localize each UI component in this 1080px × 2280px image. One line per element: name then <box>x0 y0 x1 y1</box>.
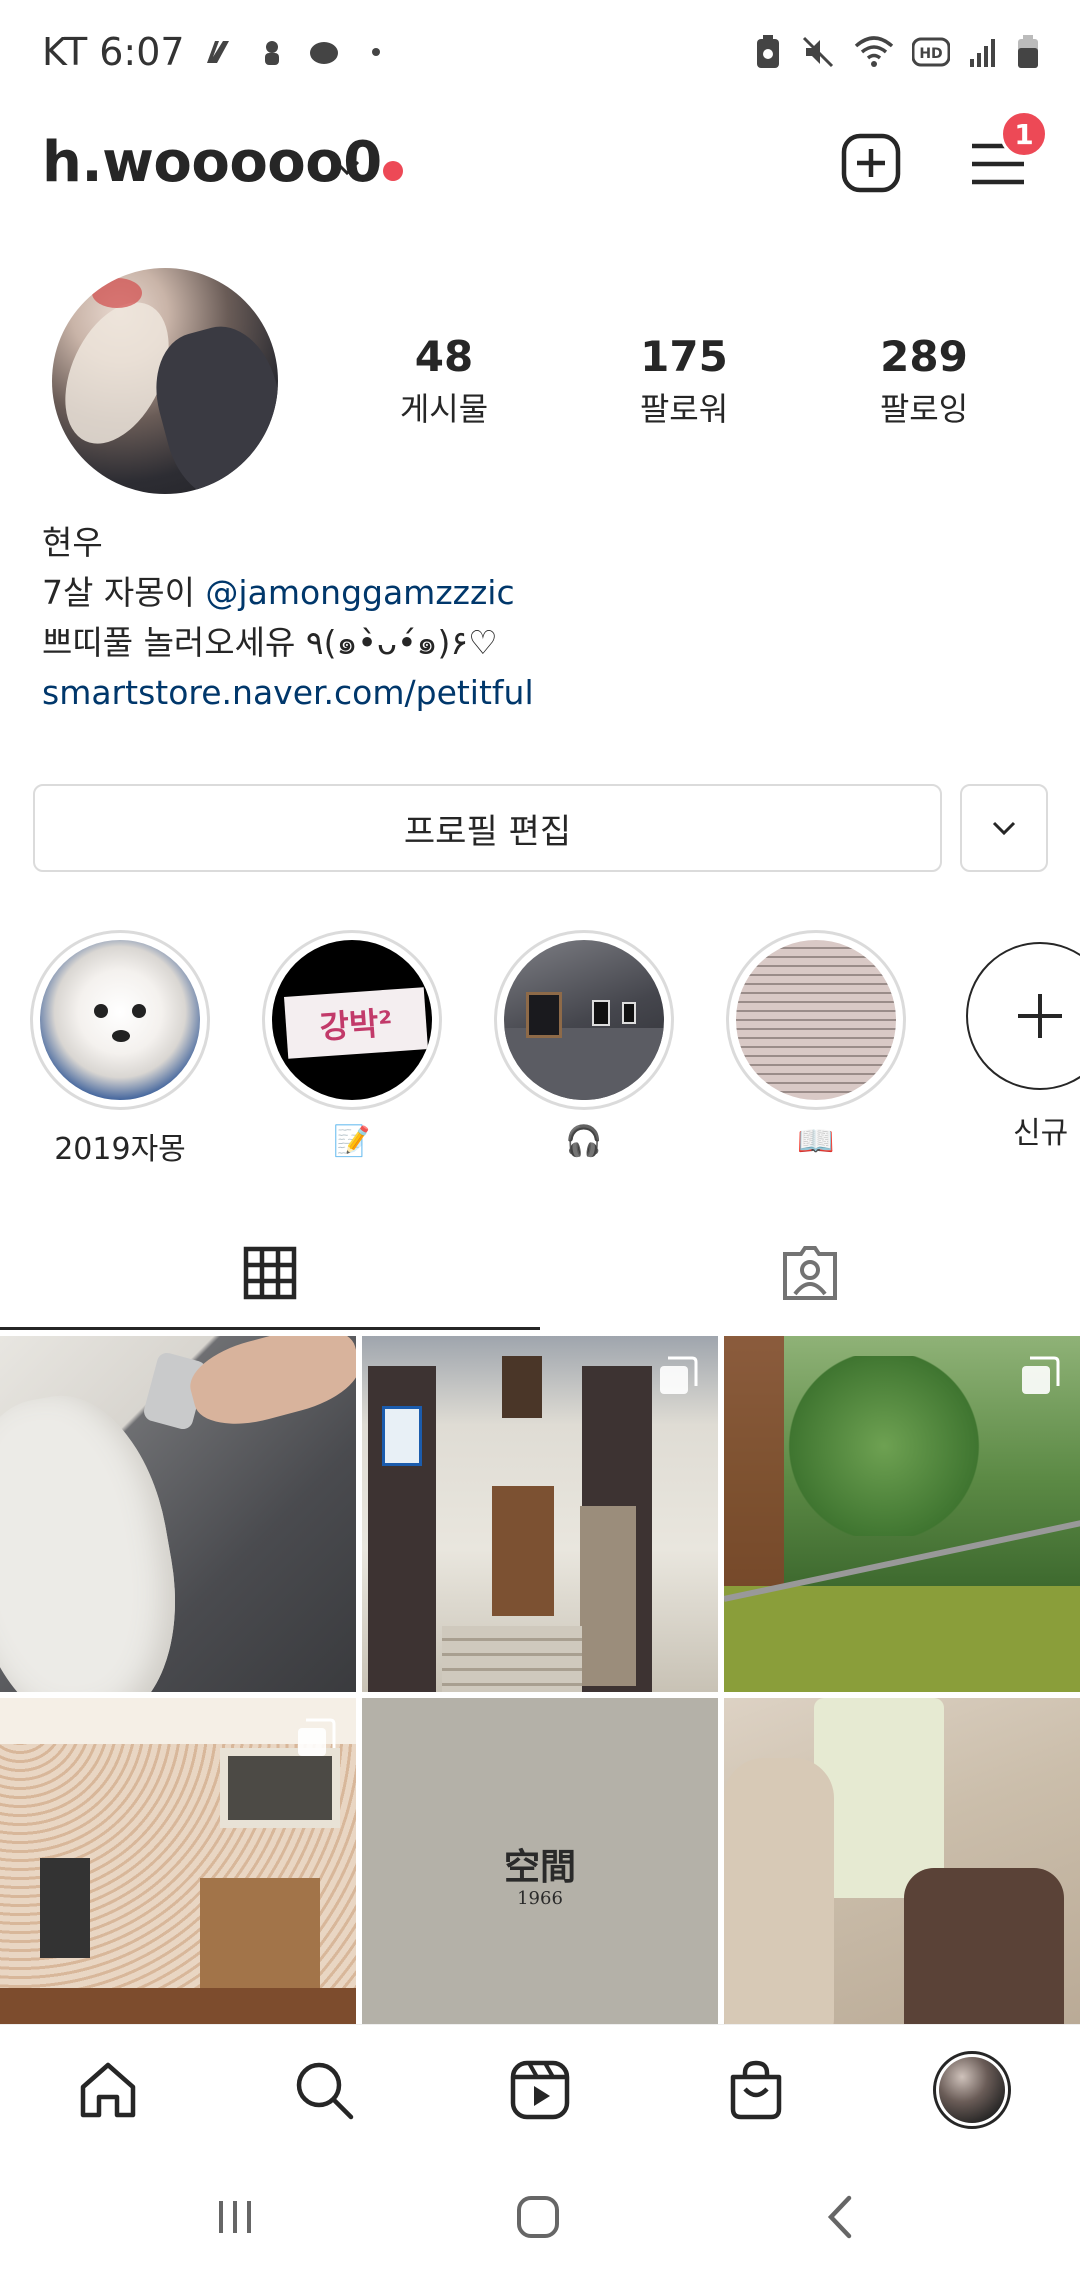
post-thumbnail-text: 空間 <box>503 1846 576 1888</box>
nav-home[interactable] <box>0 2025 216 2155</box>
home-square-icon <box>517 2196 559 2238</box>
new-highlight-button[interactable]: 신규 <box>948 930 1080 1151</box>
bio-website-link[interactable]: smartstore.naver.com/petitful <box>42 668 534 718</box>
unseen-activity-dot <box>383 161 403 181</box>
svg-text:HD: HD <box>919 46 942 62</box>
nav-search[interactable] <box>216 2025 432 2155</box>
chevron-down-icon[interactable] <box>332 158 362 178</box>
back-button[interactable] <box>790 2184 890 2250</box>
reels-icon <box>510 2060 570 2120</box>
recent-apps-button[interactable] <box>185 2184 285 2250</box>
suggested-accounts-button[interactable] <box>960 784 1048 872</box>
post-thumbnail[interactable]: 空間 1966 <box>362 1698 718 2054</box>
home-button[interactable] <box>488 2184 588 2250</box>
app-notification-icon <box>309 42 338 64</box>
recent-apps-icon <box>219 2201 251 2233</box>
highlight-cover: 강박² <box>272 940 432 1100</box>
bio-text: 7살 자몽이 <box>42 573 206 612</box>
battery-icon <box>1018 35 1038 68</box>
shopping-bag-icon <box>730 2060 782 2120</box>
highlight-cover <box>504 940 664 1100</box>
multiple-photos-icon <box>660 1356 698 1394</box>
more-notifications-icon <box>371 48 380 56</box>
highlight-cover <box>736 940 896 1100</box>
posts-count-value: 48 <box>414 332 474 381</box>
profile-header: h.wooooo0 <box>0 120 1080 216</box>
signal-icon <box>970 39 995 67</box>
back-chevron-icon <box>827 2195 852 2239</box>
highlight-label: 📖 <box>797 1124 835 1159</box>
app-notification-icon <box>264 41 279 65</box>
profile-avatar[interactable] <box>52 268 278 494</box>
posts-count-label: 게시물 <box>399 390 489 428</box>
post-thumbnail[interactable] <box>362 1336 718 1692</box>
followers-count-label: 팔로워 <box>639 390 729 428</box>
highlight-label: 🎧 <box>565 1124 603 1159</box>
highlight-cover <box>40 940 200 1100</box>
highlight-label: 신규 <box>1013 1116 1069 1151</box>
followers-count-value: 175 <box>640 332 728 381</box>
multiple-photos-icon <box>1022 1356 1060 1394</box>
highlight-item[interactable]: 2019자몽 <box>30 930 210 1167</box>
system-navigation-bar <box>0 2154 1080 2280</box>
bio-line: 7살 자몽이 @jamonggamzzzic <box>42 568 534 618</box>
profile-bio: 현우 7살 자몽이 @jamonggamzzzic 쁘띠풀 놀러오세유 ٩(๑•… <box>42 518 534 718</box>
app-notification-icon <box>206 41 229 63</box>
bottom-nav <box>0 2024 1080 2154</box>
highlight-item[interactable]: 🎧 <box>494 930 674 1164</box>
following-count[interactable]: 289 팔로잉 <box>824 328 1024 432</box>
search-icon <box>296 2062 354 2120</box>
nav-shop[interactable] <box>648 2025 864 2155</box>
post-thumbnail[interactable] <box>0 1336 356 1692</box>
tab-tagged[interactable] <box>540 1215 1080 1330</box>
create-new-icon[interactable] <box>841 133 901 193</box>
followers-count[interactable]: 175 팔로워 <box>584 328 784 432</box>
status-bar: KT 6:07 HD <box>0 0 1080 110</box>
highlight-item[interactable]: 강박² 📝 <box>262 930 442 1164</box>
post-thumbnail[interactable] <box>724 1698 1080 2054</box>
nav-profile[interactable] <box>864 2025 1080 2155</box>
username-switcher[interactable]: h.wooooo0 <box>42 130 382 195</box>
highlight-label: 📝 <box>333 1124 371 1159</box>
post-thumbnail[interactable] <box>724 1336 1080 1692</box>
home-icon <box>80 2062 136 2118</box>
tab-posts-grid[interactable] <box>0 1215 540 1330</box>
multiple-photos-icon <box>298 1718 336 1756</box>
profile-avatar-icon <box>933 2051 1011 2129</box>
following-count-value: 289 <box>880 332 968 381</box>
edit-profile-button[interactable]: 프로필 편집 <box>33 784 942 872</box>
chevron-down-icon <box>992 821 1016 836</box>
post-thumbnail-text: 1966 <box>517 1888 563 1909</box>
carrier-time: KT 6:07 <box>42 30 185 74</box>
highlight-label: 2019자몽 <box>54 1132 186 1167</box>
posts-count[interactable]: 48 게시물 <box>344 328 544 432</box>
nav-reels[interactable] <box>432 2025 648 2155</box>
profile-tabs <box>0 1215 1080 1330</box>
battery-saver-icon <box>757 35 779 68</box>
menu-notification-badge: 1 <box>1000 110 1048 158</box>
post-thumbnail[interactable] <box>0 1698 356 2054</box>
bio-text: 쁘띠풀 놀러오세유 ٩(๑•̀ᴗ•́๑)۶♡ <box>42 623 498 662</box>
hd-voice-icon: HD <box>912 37 950 67</box>
following-count-label: 팔로잉 <box>879 390 969 428</box>
display-name: 현우 <box>42 523 103 562</box>
plus-icon <box>1018 994 1062 1038</box>
grid-icon <box>243 1246 297 1299</box>
active-tab-indicator <box>0 1327 540 1330</box>
bio-mention-link[interactable]: @jamonggamzzzic <box>205 573 514 612</box>
highlight-item[interactable]: 📖 <box>726 930 906 1164</box>
mute-icon <box>802 36 834 68</box>
highlight-cover-text: 강박² <box>284 987 428 1059</box>
tagged-person-icon <box>783 1245 837 1300</box>
wifi-icon <box>854 36 894 67</box>
